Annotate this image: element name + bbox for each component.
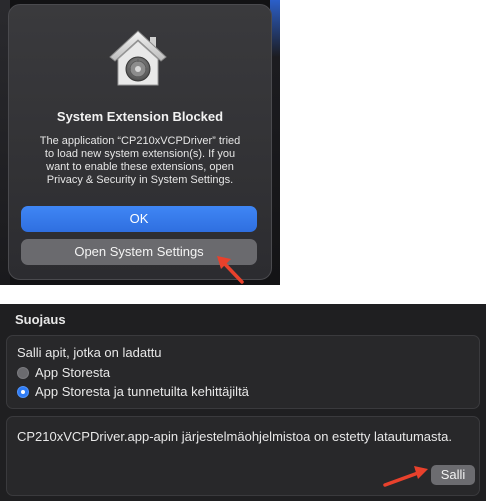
section-header: Suojaus bbox=[15, 312, 66, 327]
ok-button[interactable]: OK bbox=[21, 206, 257, 232]
allow-apps-label: Salli apit, jotka on ladattu bbox=[17, 345, 162, 360]
red-arrow-annotation-icon bbox=[383, 466, 428, 487]
radio-button-selected[interactable] bbox=[17, 385, 29, 398]
dialog-title: System Extension Blocked bbox=[56, 109, 224, 124]
red-arrow-annotation-icon bbox=[217, 256, 244, 284]
dialog-message: The application “CP210xVCPDriver” tried … bbox=[39, 135, 241, 186]
blocked-extension-message: CP210xVCPDriver.app-apin järjestelmäohje… bbox=[17, 429, 452, 444]
allow-apps-card: Salli apit, jotka on ladattu App Storest… bbox=[6, 335, 480, 409]
radio-label: App Storesta bbox=[35, 365, 111, 380]
radio-button-unselected[interactable] bbox=[17, 366, 29, 379]
radio-option-app-store[interactable]: App Storesta bbox=[17, 365, 110, 380]
alert-screenshot: System Extension Blocked The application… bbox=[0, 0, 280, 285]
system-extension-blocked-dialog: System Extension Blocked The application… bbox=[8, 4, 272, 280]
allow-button[interactable]: Salli bbox=[431, 465, 475, 485]
security-settings-screenshot: Suojaus Salli apit, jotka on ladattu App… bbox=[0, 304, 486, 501]
radio-label: App Storesta ja tunnetuilta kehittäjiltä bbox=[35, 384, 249, 399]
radio-option-app-store-and-known-developers[interactable]: App Storesta ja tunnetuilta kehittäjiltä bbox=[17, 384, 249, 399]
security-house-lock-icon bbox=[109, 30, 167, 86]
